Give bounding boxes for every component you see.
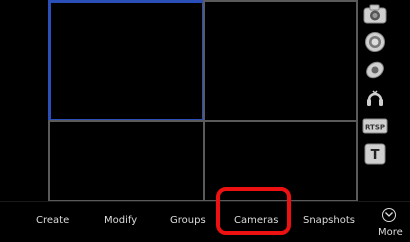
camera-icon[interactable] [362,2,388,26]
more-label: More [378,227,403,238]
camera-grid [48,0,358,202]
rtsp-icon[interactable]: RTSP [362,114,388,138]
camera-cell-2[interactable] [203,0,358,122]
chevron-down-icon [382,208,396,222]
right-toolbar: RTSP T [362,2,388,170]
text-icon[interactable]: T [362,142,388,166]
record-icon[interactable] [362,30,388,54]
text-icon-label: T [371,148,380,163]
menu-groups[interactable]: Groups [170,215,206,226]
camera-cell-1[interactable] [48,0,205,122]
ptz-icon[interactable] [362,58,388,82]
rtsp-label: RTSP [365,124,385,132]
more-button[interactable]: More [378,202,403,242]
menu-snapshots[interactable]: Snapshots [303,215,355,226]
camera-cell-3[interactable] [48,120,205,202]
menu-create[interactable]: Create [36,215,69,226]
audio-icon[interactable] [362,86,388,110]
menu-modify[interactable]: Modify [104,215,137,226]
bottom-menu-bar: Create Modify Groups Cameras Snapshots M… [0,201,410,242]
cameras-highlight-box [216,187,291,235]
